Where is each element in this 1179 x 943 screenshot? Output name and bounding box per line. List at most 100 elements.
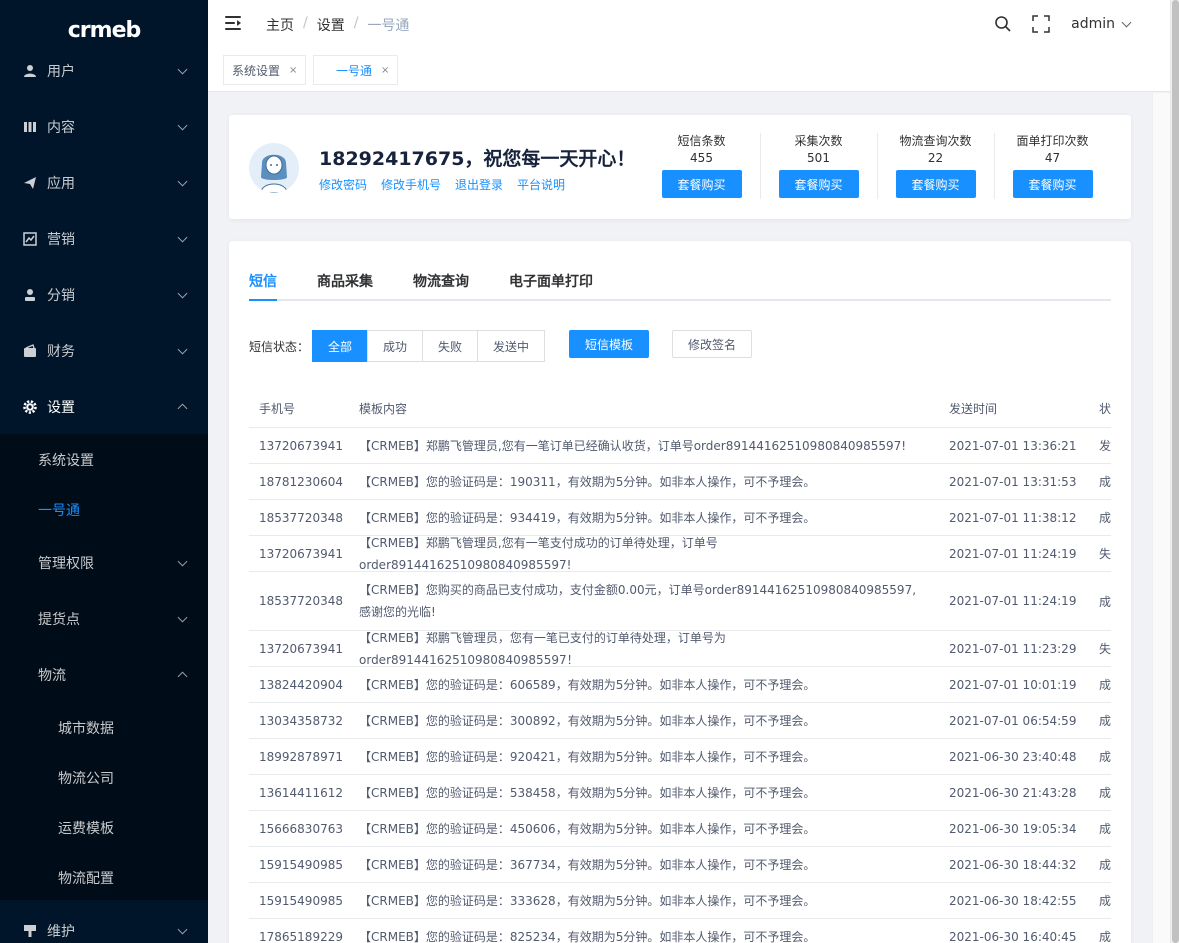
sidebar-item-content[interactable]: 内容 [0,102,208,152]
sidebar-item-label: 物流 [38,668,66,684]
sidebar-item-marketing[interactable]: 营销 [0,214,208,264]
search-icon[interactable] [994,15,1012,33]
sidebar-item-finance[interactable]: 财务 [0,326,208,376]
chevron-down-icon [177,64,188,75]
sms-template-button[interactable]: 短信模板 [569,330,649,358]
tab-product-collect[interactable]: 商品采集 [317,271,373,291]
content-scrollbar[interactable] [1152,93,1170,943]
sidebar-item-shipping-templates[interactable]: 运费模板 [0,803,208,853]
buy-package-button[interactable]: 套餐购买 [661,170,742,198]
cell-status: 成 [1099,786,1111,800]
edit-signature-button[interactable]: 修改签名 [672,330,752,358]
sidebar-item-logistics-config[interactable]: 物流配置 [0,853,208,903]
fullscreen-icon[interactable] [1032,15,1050,33]
cell-status: 成 [1099,750,1111,764]
sidebar-item-system-settings[interactable]: 系统设置 [0,435,208,485]
welcome-text: 18292417675，祝您每一天开心！ [319,148,636,170]
table-row: 15915490985 【CRMEB】您的验证码是：333628，有效期为5分钟。… [249,883,1111,919]
cell-content: 【CRMEB】您的验证码是：606589，有效期为5分钟。如非本人操作，可不予理… [359,677,816,692]
breadcrumb-home[interactable]: 主页 [266,15,294,35]
cell-time: 2021-07-01 11:38:12 [949,510,1077,525]
cell-content: 【CRMEB】您的验证码是：934419，有效期为5分钟。如非本人操作，可不予理… [359,510,816,525]
menu-fold-icon[interactable] [225,16,241,30]
cell-time: 2021-06-30 18:42:55 [949,893,1077,908]
sms-table: 手机号 模板内容 发送时间 状 13720673941 【CRMEB】郑鹏飞管理员… [249,390,1111,943]
logo[interactable]: crmeb [0,0,208,48]
chart-icon [22,231,38,247]
gear-icon [22,399,38,415]
sidebar-item-logistics[interactable]: 物流 [0,650,208,700]
sidebar-item-distribution[interactable]: 分销 [0,270,208,320]
user-menu[interactable]: admin [1071,16,1132,32]
tag-label: 一号通 [336,63,373,78]
cell-content: 【CRMEB】您的验证码是：825234，有效期为5分钟。如非本人操作，可不予理… [359,929,816,943]
cell-content: 【CRMEB】郑鹏飞管理员，您有一笔已支付的订单待处理，订单号为order891… [359,630,726,667]
logout-link[interactable]: 退出登录 [455,176,503,193]
cell-time: 2021-06-30 21:43:28 [949,785,1077,800]
sidebar-item-maintain[interactable]: 维护 [0,906,208,943]
column-phone: 手机号 [259,402,296,416]
sidebar-item-label: 营销 [47,232,75,248]
sidebar-item-user[interactable]: 用户 [0,46,208,96]
table-row: 17865189229 【CRMEB】您的验证码是：825234，有效期为5分钟。… [249,919,1111,943]
sidebar-item-city-data[interactable]: 城市数据 [0,703,208,753]
stat-value: 47 [1044,151,1061,165]
sidebar-item-app[interactable]: 应用 [0,158,208,208]
sidebar: crmeb 用户 内容 应用 营销 分销 财务 设置 系统设置 一号通 管理权限… [0,0,208,943]
cell-time: 2021-06-30 16:40:45 [949,929,1077,943]
change-password-link[interactable]: 修改密码 [319,176,367,193]
close-icon[interactable]: × [289,65,297,76]
sidebar-item-permissions[interactable]: 管理权限 [0,538,208,588]
buy-package-button[interactable]: 套餐购买 [778,170,859,198]
buy-package-button[interactable]: 套餐购买 [1012,170,1093,198]
filter-failed[interactable]: 失败 [422,330,478,362]
header-actions: admin [994,0,1132,48]
username: admin [1071,16,1115,32]
change-phone-link[interactable]: 修改手机号 [381,176,441,193]
breadcrumb-settings[interactable]: 设置 [317,15,345,35]
scrollbar-thumb[interactable] [1172,0,1179,943]
stat-label: 采集次数 [794,134,843,148]
sidebar-item-label: 管理权限 [38,556,94,572]
tag-system-settings[interactable]: 系统设置 × [223,55,307,85]
stat-label: 面单打印次数 [1016,134,1089,148]
tab-logistics-query[interactable]: 物流查询 [413,271,469,291]
tab-sms[interactable]: 短信 [249,271,277,291]
cell-phone: 15915490985 [259,857,343,872]
sidebar-item-yihaotong[interactable]: 一号通 [0,485,208,535]
sidebar-item-logistics-companies[interactable]: 物流公司 [0,753,208,803]
table-row: 13614411612 【CRMEB】您的验证码是：538458，有效期为5分钟。… [249,775,1111,811]
cell-status: 成 [1099,858,1111,872]
cell-status: 成 [1099,594,1111,609]
tag-yihaotong[interactable]: 一号通 × [313,55,399,85]
tab-waybill-print[interactable]: 电子面单打印 [509,271,593,291]
cell-status: 成 [1099,822,1111,836]
breadcrumb-current: 一号通 [367,18,410,34]
chevron-up-icon [177,403,188,414]
cell-status: 发 [1099,439,1111,453]
close-icon[interactable]: × [381,65,389,76]
logo-text: crmeb [67,18,141,43]
filter-sending[interactable]: 发送中 [477,330,545,362]
buy-package-button[interactable]: 套餐购买 [895,170,976,198]
platform-info-link[interactable]: 平台说明 [517,176,565,193]
cell-phone: 15666830763 [259,821,343,836]
table-row: 18781230604 【CRMEB】您的验证码是：190311，有效期为5分钟。… [249,464,1111,500]
page-scrollbar[interactable] [1170,0,1179,943]
cell-status: 成 [1099,894,1111,908]
chevron-down-icon [177,288,188,299]
sidebar-item-settings[interactable]: 设置 [0,382,208,432]
cell-content: 【CRMEB】您的验证码是：333628，有效期为5分钟。如非本人操作，可不予理… [359,893,816,908]
cell-content: 【CRMEB】您的验证码是：920421，有效期为5分钟。如非本人操作，可不予理… [359,749,816,764]
chevron-down-icon [177,612,188,623]
stat-sms: 短信条数 455 套餐购买 [643,133,760,201]
sidebar-item-label: 内容 [47,120,75,136]
filter-success[interactable]: 成功 [367,330,423,362]
cell-status: 成 [1099,475,1111,489]
cell-phone: 17865189229 [259,929,343,943]
chevron-down-icon [177,176,188,187]
cell-phone: 13720673941 [259,438,343,453]
sidebar-item-pickup-points[interactable]: 提货点 [0,594,208,644]
chevron-up-icon [177,671,188,682]
filter-all[interactable]: 全部 [312,330,368,362]
